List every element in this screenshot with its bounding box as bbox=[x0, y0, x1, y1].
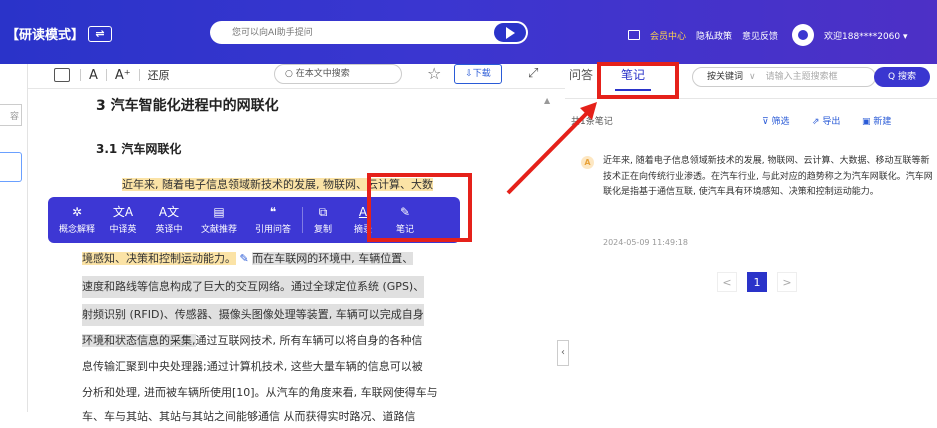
annotation-arrow bbox=[506, 102, 597, 195]
